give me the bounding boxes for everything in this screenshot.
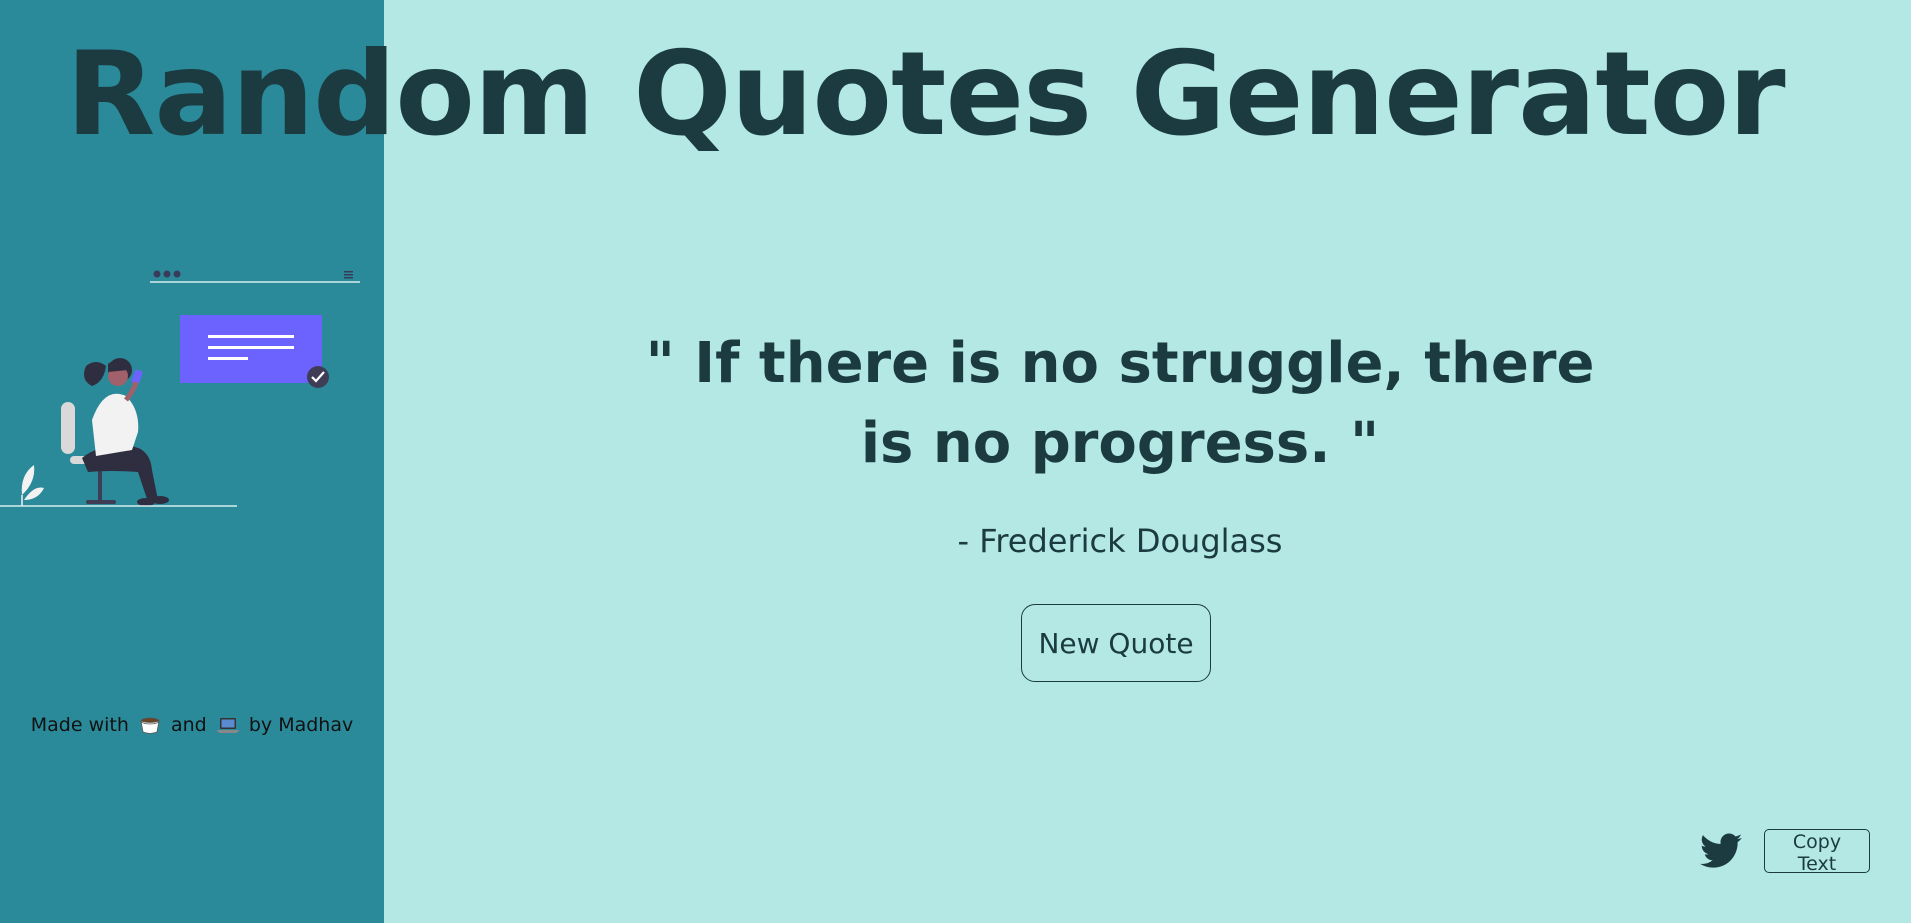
laptop-icon — [216, 718, 239, 733]
credit-middle: and — [171, 714, 207, 736]
new-quote-button[interactable]: New Quote — [1021, 604, 1211, 682]
copy-text-button[interactable]: Copy Text — [1764, 829, 1870, 875]
quote-author: - Frederick Douglass — [957, 522, 1283, 560]
page-title: Random Quotes Generator — [66, 27, 1786, 162]
credit-suffix: by Madhav — [248, 714, 354, 736]
quote-text: " If there is no struggle, there is no p… — [645, 331, 1595, 476]
coffee-icon — [140, 717, 160, 734]
twitter-icon[interactable] — [1700, 832, 1742, 870]
credit-prefix: Made with — [30, 714, 129, 736]
woman-with-phone-illustration — [0, 270, 360, 507]
footer-credit: Made with and by Madhav — [0, 714, 384, 736]
